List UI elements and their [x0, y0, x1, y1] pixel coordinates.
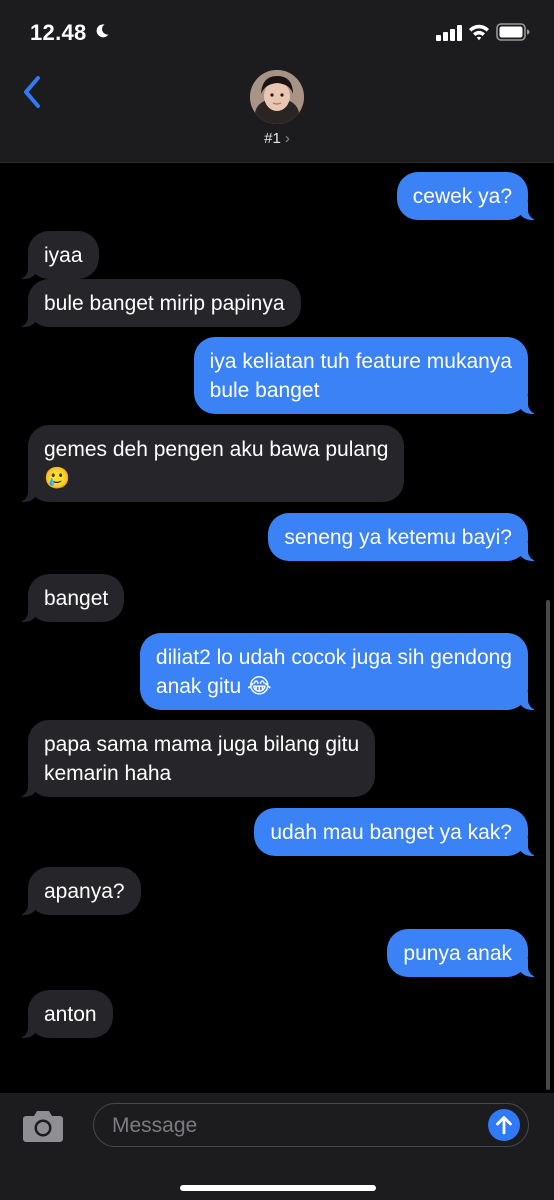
chevron-right-icon: ›: [284, 130, 290, 147]
message-text: iya keliatan tuh feature mukanya: [209, 350, 512, 373]
message-text: gemes deh pengen aku bawa pulang: [44, 438, 389, 461]
outgoing-message[interactable]: cewek ya?: [396, 172, 539, 220]
message-text: anton: [44, 1003, 97, 1026]
message-text: anak gitu 😂: [155, 675, 272, 698]
camera-icon[interactable]: [22, 1107, 64, 1143]
message-text: banget: [44, 587, 109, 610]
contact-photo: [250, 70, 304, 124]
message-text: apanya?: [44, 880, 125, 903]
message-field[interactable]: [93, 1103, 529, 1147]
outgoing-message[interactable]: seneng ya ketemu bayi?: [268, 513, 538, 561]
message-text: kemarin haha: [44, 762, 172, 785]
incoming-message[interactable]: bule banget mirip papinya: [18, 279, 301, 327]
incoming-message[interactable]: papa sama mama juga bilang gitu kemarin …: [17, 720, 376, 797]
incoming-message[interactable]: anton: [18, 990, 113, 1038]
message-text: bule banget mirip papinya: [44, 292, 285, 315]
message-text: cewek ya?: [412, 185, 512, 208]
incoming-message[interactable]: banget: [17, 574, 125, 622]
wifi-icon: [469, 24, 489, 41]
outgoing-message[interactable]: punya anak: [387, 929, 538, 977]
incoming-message[interactable]: iyaa: [18, 231, 99, 279]
message-text: papa sama mama juga bilang gitu: [44, 733, 360, 756]
scrollbar[interactable]: [546, 600, 550, 1090]
outgoing-message[interactable]: iya keliatan tuh feature mukanya bule ba…: [193, 337, 539, 414]
incoming-message[interactable]: apanya?: [18, 867, 141, 915]
home-indicator: [180, 1185, 376, 1191]
back-button[interactable]: [18, 74, 48, 110]
outgoing-message[interactable]: diliat2 lo udah cocok juga sih gendong a…: [139, 633, 539, 710]
message-text: iyaa: [44, 244, 83, 267]
compose-bar: [0, 1093, 554, 1200]
send-button[interactable]: [488, 1109, 520, 1141]
contact-name-label: #1: [264, 130, 281, 147]
conversation-header: 12.48 #1 ›: [0, 0, 554, 163]
avatar[interactable]: [250, 70, 304, 124]
message-input[interactable]: [110, 1110, 474, 1142]
message-text: udah mau banget ya kak?: [270, 821, 512, 844]
arrow-up-icon: [496, 1116, 512, 1135]
cellular-signal-icon: [436, 25, 462, 41]
message-text: 🥲: [44, 467, 71, 490]
message-text: seneng ya ketemu bayi?: [284, 526, 512, 549]
incoming-message[interactable]: gemes deh pengen aku bawa pulang 🥲: [17, 425, 405, 502]
battery-icon: [496, 23, 530, 41]
status-time: 12.48: [30, 20, 87, 45]
outgoing-message[interactable]: udah mau banget ya kak?: [254, 808, 538, 856]
message-text: punya anak: [403, 942, 512, 965]
message-text: diliat2 lo udah cocok juga sih gendong: [155, 646, 512, 669]
contact-name[interactable]: #1 ›: [0, 130, 554, 147]
moon-icon: [96, 24, 109, 38]
message-text: bule banget: [209, 379, 320, 402]
message-thread[interactable]: cewek ya? iyaa bule banget mirip papinya…: [0, 163, 554, 1093]
